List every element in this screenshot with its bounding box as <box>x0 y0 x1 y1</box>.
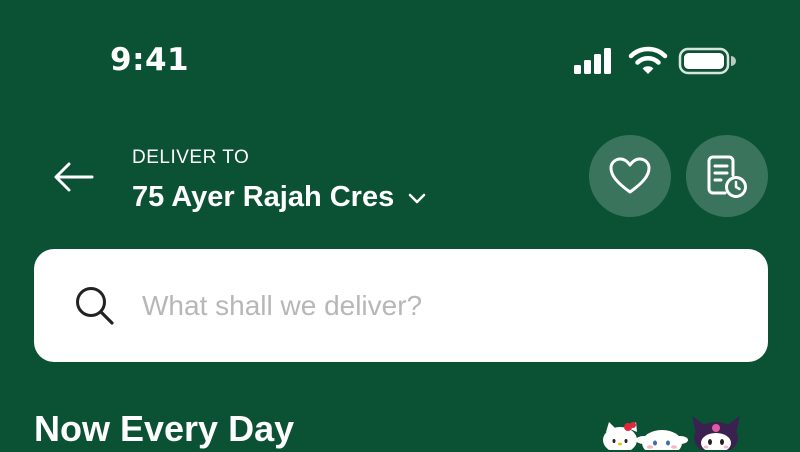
search-bar[interactable] <box>34 249 768 362</box>
search-input[interactable] <box>140 288 704 323</box>
search-icon <box>76 286 114 325</box>
battery-icon <box>678 47 736 75</box>
receipt-clock-icon <box>707 155 747 198</box>
wifi-icon <box>628 46 668 74</box>
favourites-button[interactable] <box>589 135 671 217</box>
chevron-down-icon <box>408 193 426 204</box>
status-icons <box>572 46 742 78</box>
order-history-button[interactable] <box>686 135 768 217</box>
delivery-header: DELIVER TO 75 Ayer Rajah Cres <box>0 130 800 230</box>
section-title: Now Every Day <box>34 408 295 449</box>
arrow-left-icon <box>54 162 94 192</box>
address-selector[interactable]: 75 Ayer Rajah Cres <box>132 178 426 216</box>
deliver-to-label: DELIVER TO <box>132 147 250 168</box>
heart-icon <box>609 157 651 194</box>
delivery-address: 75 Ayer Rajah Cres <box>132 181 395 213</box>
status-time: 9:41 <box>110 42 190 78</box>
signal-icon <box>574 48 611 74</box>
character-mascots-image <box>603 416 740 450</box>
status-bar: 9:41 <box>0 0 800 110</box>
back-button[interactable] <box>44 152 104 202</box>
